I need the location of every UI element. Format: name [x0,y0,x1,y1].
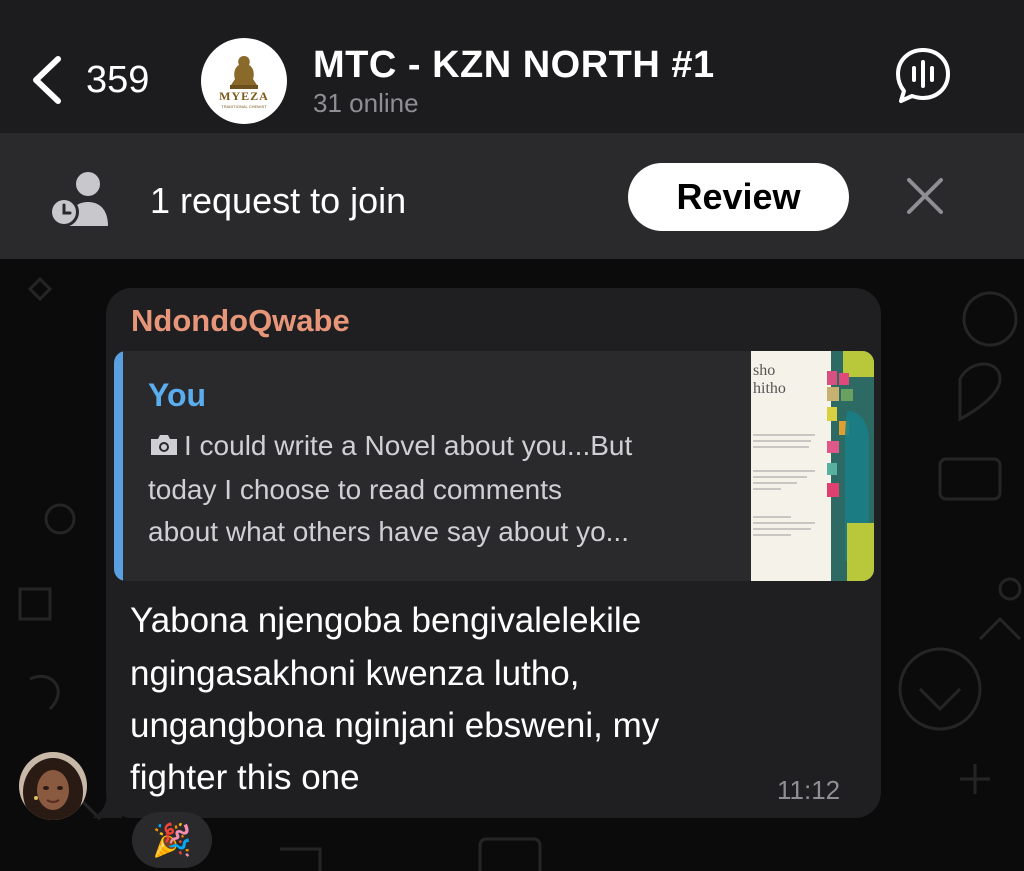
chevron-left-icon [33,56,61,104]
reply-line-3: about what others have say about yo... [148,516,629,547]
svg-text:sho: sho [753,362,775,379]
sender-name[interactable]: NdondoQwabe [131,303,350,339]
message-line-3: ungangbona nginjani ebsweni, my [130,706,660,745]
person-clock-icon [49,172,108,227]
logo-text: MYEZA [219,89,269,103]
reply-thumbnail-image: sho hitho [751,351,874,581]
message-time: 11:12 [777,775,841,805]
close-icon[interactable] [904,175,946,217]
reply-text-1: I could write a Novel about you...But [184,430,633,461]
reply-accent-bar [114,351,123,581]
party-popper-icon: 🎉 [152,822,192,858]
join-request-text[interactable]: 1 request to join [150,180,406,222]
message-line-4: fighter this one [130,758,360,797]
back-button[interactable]: 359 [28,50,178,110]
camera-icon [151,435,177,455]
review-button[interactable]: Review [628,163,849,231]
voice-chat-icon[interactable] [894,46,952,104]
reply-line-2: today I choose to read comments [148,474,562,505]
logo-subtext: TRADITIONAL CHEMIST [221,104,267,109]
message-line-1: Yabona njengoba bengivalelekile [130,601,642,640]
message-line-2: ngingasakhoni kwenza lutho, [130,654,580,693]
reply-line-1: I could write a Novel about you...But [148,430,632,462]
chat-header: 359 MYEZA TRADITIONAL CHEMIST MTC - KZN … [0,0,1024,133]
unread-count: 359 [86,58,150,101]
online-count: 31 online [313,88,419,118]
reply-quote[interactable]: You I could write a Novel about you...Bu… [114,351,874,581]
logo-figure-icon [230,56,258,89]
svg-text:hitho: hitho [753,380,786,397]
sender-avatar[interactable] [19,752,87,820]
group-avatar[interactable]: MYEZA TRADITIONAL CHEMIST [201,38,287,124]
reply-author: You [148,377,207,413]
group-title[interactable]: MTC - KZN NORTH #1 [313,44,715,87]
reaction-badge[interactable]: 🎉 [132,812,212,868]
